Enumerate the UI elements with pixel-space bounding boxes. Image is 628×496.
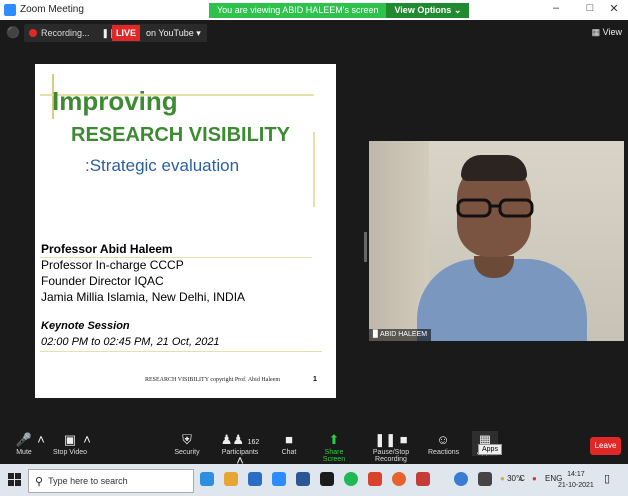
- app-icon-3[interactable]: [454, 472, 468, 486]
- slide-line-3: Jamia Millia Islamia, New Delhi, INDIA: [41, 290, 246, 304]
- pause-recording-label: Pause/Stop Recording: [372, 449, 410, 463]
- pause-stop-icon: ❚❚ ■: [374, 432, 408, 447]
- recording-dot-icon: [29, 29, 37, 37]
- share-screen-icon: ⬆: [328, 432, 340, 447]
- participant-hair: [461, 155, 527, 181]
- participants-label: Participants: [221, 449, 259, 456]
- mail-icon[interactable]: [248, 472, 262, 486]
- slide-title-2: RESEARCH VISIBILITY: [71, 124, 290, 146]
- netflix-icon[interactable]: [320, 472, 334, 486]
- security-label: Security: [174, 449, 200, 456]
- audio-options-button[interactable]: ˄: [36, 431, 46, 449]
- shared-slide: Improving RESEARCH VISIBILITY :Strategic…: [35, 64, 336, 398]
- leave-button[interactable]: Leave: [590, 437, 621, 455]
- reactions-button[interactable]: ☺ Reactions: [428, 431, 460, 456]
- windows-logo-icon: [15, 473, 21, 479]
- meeting-top-bar: ⚫ Recording... ❚❚ ■ LIVE on YouTube ▾ ▦ …: [0, 24, 628, 42]
- start-button[interactable]: [8, 473, 22, 487]
- clock-date: 21-10-2021: [558, 482, 594, 489]
- slide-presenter: Professor Abid Haleem: [41, 242, 173, 256]
- app-icon[interactable]: [368, 472, 382, 486]
- live-tag: LIVE: [112, 25, 141, 41]
- share-screen-button[interactable]: ⬆ Share Screen: [314, 431, 354, 463]
- recording-label: Recording...: [41, 28, 90, 38]
- slide-title: Improving: [52, 86, 178, 116]
- mute-label: Mute: [16, 449, 32, 456]
- glasses-icon: [456, 198, 534, 218]
- window-title: Zoom Meeting: [20, 4, 84, 15]
- maximize-button[interactable]: □: [580, 2, 600, 14]
- participants-icon: ♟♟ 162 ˄: [220, 432, 260, 468]
- viewing-screen-label: You are viewing ABID HALEEM's screen: [209, 3, 387, 18]
- chat-button[interactable]: ■ Chat: [278, 431, 300, 456]
- app-icon-4[interactable]: [478, 472, 492, 486]
- search-placeholder: Type here to search: [48, 476, 128, 486]
- slide-subtitle: :Strategic evaluation: [85, 156, 240, 175]
- view-button[interactable]: ▦ View: [592, 27, 622, 38]
- slide-time: 02:00 PM to 02:45 PM, 21 Oct, 2021: [41, 336, 220, 348]
- slide-side-rule: [313, 132, 315, 207]
- tray-app-icon[interactable]: ●: [532, 474, 537, 483]
- slide-footer: RESEARCH VISIBILITY copyright Prof. Abid…: [145, 377, 280, 383]
- title-bar: Zoom Meeting You are viewing ABID HALEEM…: [0, 0, 628, 20]
- participants-count: 162: [247, 439, 260, 446]
- windows-taskbar: ⚲ Type here to search ● 30°C ˄ ● ENG 14:…: [0, 464, 628, 496]
- participant-name-label: ABID HALEEM: [379, 331, 428, 338]
- taskbar-clock[interactable]: 14:17 21-10-2021: [558, 469, 594, 491]
- minimize-button[interactable]: –: [546, 2, 566, 14]
- slide-page-number: 1: [313, 376, 317, 383]
- app-icon-2[interactable]: [416, 472, 430, 486]
- slide-keynote: Keynote Session: [41, 320, 130, 332]
- firefox-icon[interactable]: [392, 472, 406, 486]
- mute-button[interactable]: 🎤 Mute: [12, 431, 36, 456]
- windows-logo-icon: [15, 480, 21, 486]
- windows-logo-icon: [8, 480, 14, 486]
- notifications-icon[interactable]: ▯: [604, 472, 610, 485]
- meeting-toolbar: 🎤 Mute ˄ ▣ Stop Video ˄ ⛨ Security ♟♟ 16…: [0, 424, 628, 468]
- zoom-window: Zoom Meeting You are viewing ABID HALEEM…: [0, 0, 628, 496]
- signal-bars-icon: ▉: [373, 331, 380, 338]
- search-icon: ⚲: [35, 475, 44, 488]
- split-view-handle[interactable]: [364, 232, 367, 262]
- reactions-icon: ☺: [436, 432, 450, 447]
- share-screen-label: Share Screen: [322, 449, 346, 463]
- spotify-icon[interactable]: [344, 472, 358, 486]
- zoom-taskbar-icon[interactable]: [272, 472, 286, 486]
- slide-line-2: Founder Director IQAC: [41, 274, 164, 288]
- shield-icon: ⛨: [182, 432, 192, 447]
- zoom-app-icon: [4, 4, 16, 16]
- chat-icon: ■: [285, 432, 293, 447]
- sun-icon: ●: [500, 474, 505, 483]
- slide-time-rule: [40, 351, 322, 352]
- edge-icon[interactable]: [200, 472, 214, 486]
- microphone-icon: 🎤: [15, 432, 33, 447]
- close-button[interactable]: ✕: [604, 2, 624, 15]
- live-target-dropdown[interactable]: on YouTube ▾: [140, 28, 207, 39]
- live-stream-indicator[interactable]: LIVE on YouTube ▾: [112, 24, 207, 42]
- clock-time: 14:17: [567, 471, 585, 478]
- file-explorer-icon[interactable]: [224, 472, 238, 486]
- apps-tooltip: Apps: [478, 444, 502, 455]
- chevron-up-icon: ˄: [83, 432, 91, 447]
- grid-icon: ▦: [591, 27, 603, 37]
- participants-button[interactable]: ♟♟ 162 ˄ Participants: [218, 431, 262, 468]
- word-icon[interactable]: [296, 472, 310, 486]
- encryption-shield-icon[interactable]: ⚫: [6, 26, 20, 39]
- windows-logo-icon: [8, 473, 14, 479]
- reactions-label: Reactions: [428, 449, 460, 456]
- view-options-button[interactable]: View Options ⌄: [386, 3, 470, 18]
- stop-video-label: Stop Video: [52, 449, 88, 456]
- show-hidden-icons-button[interactable]: ˄: [518, 474, 523, 484]
- chevron-up-icon: ˄: [37, 432, 45, 447]
- view-label: View: [602, 27, 622, 37]
- security-button[interactable]: ⛨ Security: [172, 431, 202, 456]
- share-banner: You are viewing ABID HALEEM's screen Vie…: [209, 3, 470, 18]
- participant-name: ▉ ABID HALEEM: [369, 329, 432, 341]
- taskbar-search-box[interactable]: ⚲ Type here to search: [28, 469, 194, 493]
- video-options-button[interactable]: ˄: [82, 431, 92, 449]
- chat-label: Chat: [281, 449, 297, 456]
- pause-recording-toolbar-button[interactable]: ❚❚ ■ Pause/Stop Recording: [360, 431, 422, 463]
- slide-line-1: Professor In-charge CCCP: [41, 258, 184, 272]
- participant-video[interactable]: ▉ ABID HALEEM: [369, 141, 624, 341]
